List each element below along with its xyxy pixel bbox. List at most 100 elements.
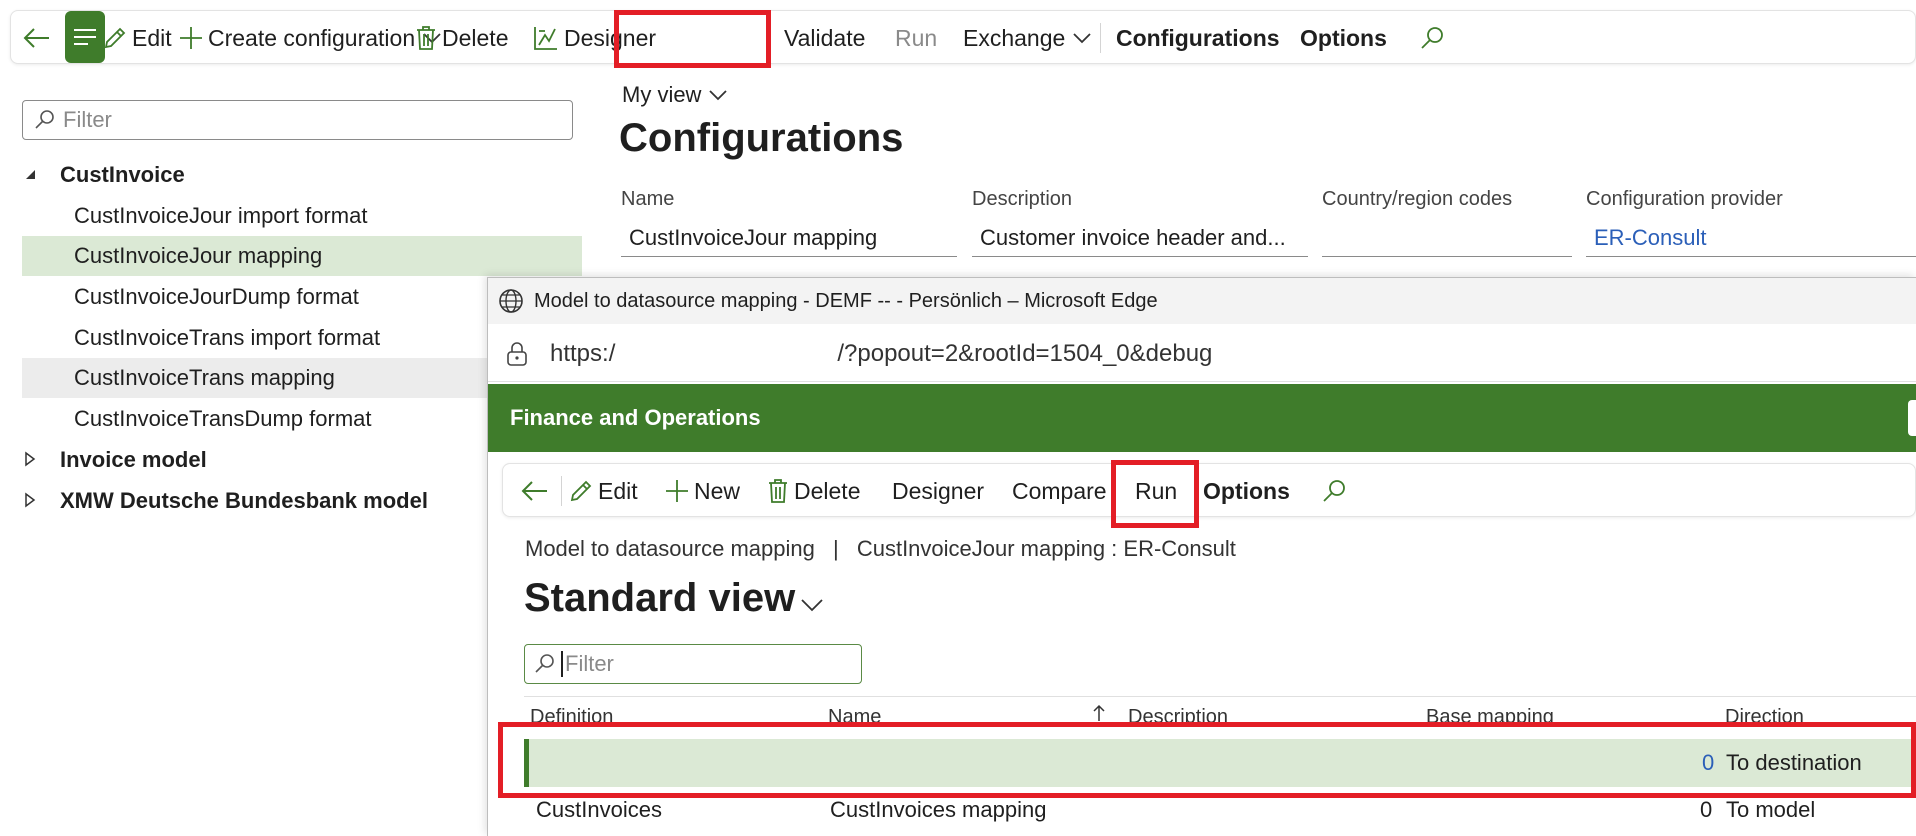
- name-field[interactable]: CustInvoiceJour mapping: [621, 219, 957, 257]
- country-region-label: Country/region codes: [1322, 188, 1513, 210]
- description-field[interactable]: Customer invoice header and...: [972, 219, 1308, 257]
- configurations-tab[interactable]: Configurations: [1116, 11, 1280, 65]
- chevron-down-icon: [801, 598, 823, 611]
- tree-node-label: Invoice model: [60, 447, 207, 472]
- toolbar-divider: [1100, 23, 1101, 53]
- run-button[interactable]: Run: [895, 11, 937, 65]
- hamburger-icon: [74, 29, 96, 45]
- designer-button[interactable]: Designer: [892, 464, 984, 518]
- search-icon: [535, 654, 554, 673]
- search-button[interactable]: [1321, 464, 1347, 518]
- breadcrumb-record: CustInvoiceJour mapping : ER-Consult: [856, 536, 1236, 561]
- tree-item-label: CustInvoiceTrans import format: [74, 325, 381, 350]
- new-label: New: [694, 477, 741, 504]
- row-highlight-box: [498, 722, 1916, 798]
- delete-button[interactable]: Delete: [415, 11, 508, 65]
- breadcrumb-separator: |: [832, 536, 839, 561]
- exchange-label: Exchange: [963, 24, 1066, 51]
- view-selector[interactable]: My view: [622, 82, 728, 108]
- app-title-bar: Finance and Operations: [488, 384, 1916, 452]
- delete-label: Delete: [442, 24, 509, 51]
- app-bar-edge-button[interactable]: [1908, 400, 1916, 436]
- main-toolbar: Edit Create configuration Delete Designe…: [10, 10, 1916, 64]
- toolbar-divider: [561, 476, 562, 506]
- chevron-down-icon: [709, 90, 728, 101]
- tree-item-label: CustInvoiceJour import format: [74, 203, 368, 228]
- options-label: Options: [1203, 477, 1290, 504]
- exchange-button[interactable]: Exchange: [963, 11, 1091, 65]
- plus-icon: [666, 480, 688, 502]
- configurations-label: Configurations: [1116, 24, 1280, 51]
- tree-item-label: CustInvoiceTransDump format: [74, 406, 372, 431]
- description-label: Description: [972, 188, 1073, 210]
- trash-icon: [769, 479, 787, 503]
- standard-view-selector[interactable]: Standard view: [524, 576, 823, 621]
- tree-filter-placeholder: Filter: [63, 107, 112, 132]
- view-title: Standard view: [524, 576, 796, 620]
- expanded-triangle-icon: [26, 170, 35, 179]
- search-icon: [35, 110, 54, 129]
- search-button[interactable]: [1419, 11, 1445, 65]
- validate-button[interactable]: Validate: [784, 11, 865, 65]
- new-button[interactable]: New: [665, 464, 740, 518]
- options-tab[interactable]: Options: [1300, 11, 1387, 65]
- name-value: CustInvoiceJour mapping: [629, 224, 878, 250]
- chevron-down-icon: [1073, 33, 1091, 44]
- breadcrumb-form-name: Model to datasource mapping: [525, 536, 815, 561]
- designer-highlight-box: [614, 10, 771, 68]
- address-bar[interactable]: https:/ /?popout=2&rootId=1504_0&debug: [488, 326, 1916, 382]
- configuration-provider-value: ER-Consult: [1594, 224, 1707, 250]
- tree-item-label: CustInvoiceTrans mapping: [74, 365, 335, 390]
- plus-icon: [180, 27, 202, 49]
- name-label: Name: [621, 188, 675, 210]
- delete-label: Delete: [794, 477, 861, 504]
- grid-filter-input[interactable]: Filter: [524, 644, 862, 684]
- mapping-toolbar: Edit New Delete Designer Compare Run Opt…: [502, 463, 1916, 517]
- validate-label: Validate: [784, 24, 866, 51]
- url-scheme: https:/: [550, 339, 616, 367]
- cell-definition: CustInvoices: [536, 797, 662, 822]
- description-value: Customer invoice header and...: [980, 224, 1286, 250]
- page-title: Configurations: [619, 116, 904, 160]
- country-region-field[interactable]: [1322, 219, 1572, 257]
- text-cursor: [561, 651, 563, 677]
- run-highlight-box: [1111, 460, 1199, 528]
- lock-icon: [507, 341, 527, 366]
- back-button[interactable]: [521, 464, 549, 518]
- tree-node-custinvoice[interactable]: CustInvoice: [22, 155, 582, 195]
- window-title-bar[interactable]: Model to datasource mapping - DEMF -- - …: [488, 278, 1916, 324]
- tree-item-label: CustInvoiceJourDump format: [74, 284, 359, 309]
- tree-item[interactable]: CustInvoiceJour import format: [22, 196, 582, 236]
- pencil-icon: [570, 480, 592, 502]
- delete-button[interactable]: Delete: [767, 464, 860, 518]
- options-label: Options: [1300, 24, 1387, 51]
- edit-button[interactable]: Edit: [569, 464, 638, 518]
- tree-node-label: CustInvoice: [60, 162, 185, 187]
- edit-label: Edit: [598, 477, 638, 504]
- edit-label: Edit: [132, 24, 172, 51]
- designer-label: Designer: [892, 477, 985, 504]
- compare-button[interactable]: Compare: [1012, 464, 1107, 518]
- create-configuration-button[interactable]: Create configuration: [179, 11, 441, 65]
- trash-icon: [417, 26, 435, 50]
- window-title: Model to datasource mapping - DEMF -- - …: [534, 289, 1158, 312]
- grid-filter-placeholder: Filter: [565, 651, 614, 676]
- pencil-icon: [104, 27, 126, 49]
- tree-filter-input[interactable]: Filter: [22, 100, 573, 140]
- options-tab[interactable]: Options: [1203, 464, 1290, 518]
- back-arrow-icon: [23, 28, 49, 48]
- search-icon: [1421, 27, 1443, 49]
- app-title: Finance and Operations: [510, 405, 761, 430]
- cell-direction: To model: [1726, 797, 1816, 822]
- edit-button[interactable]: Edit: [103, 11, 172, 65]
- search-icon: [1323, 480, 1345, 502]
- compare-label: Compare: [1012, 477, 1107, 504]
- create-configuration-label: Create configuration: [208, 24, 416, 51]
- navigation-menu-button[interactable]: [65, 11, 105, 63]
- back-button[interactable]: [23, 11, 51, 65]
- run-label: Run: [895, 24, 938, 51]
- tree-item-selected[interactable]: CustInvoiceJour mapping: [22, 236, 582, 276]
- cell-base-mapping: 0: [1700, 797, 1713, 822]
- configuration-provider-link[interactable]: ER-Consult: [1586, 219, 1916, 257]
- url-path: /?popout=2&rootId=1504_0&debug: [837, 339, 1213, 367]
